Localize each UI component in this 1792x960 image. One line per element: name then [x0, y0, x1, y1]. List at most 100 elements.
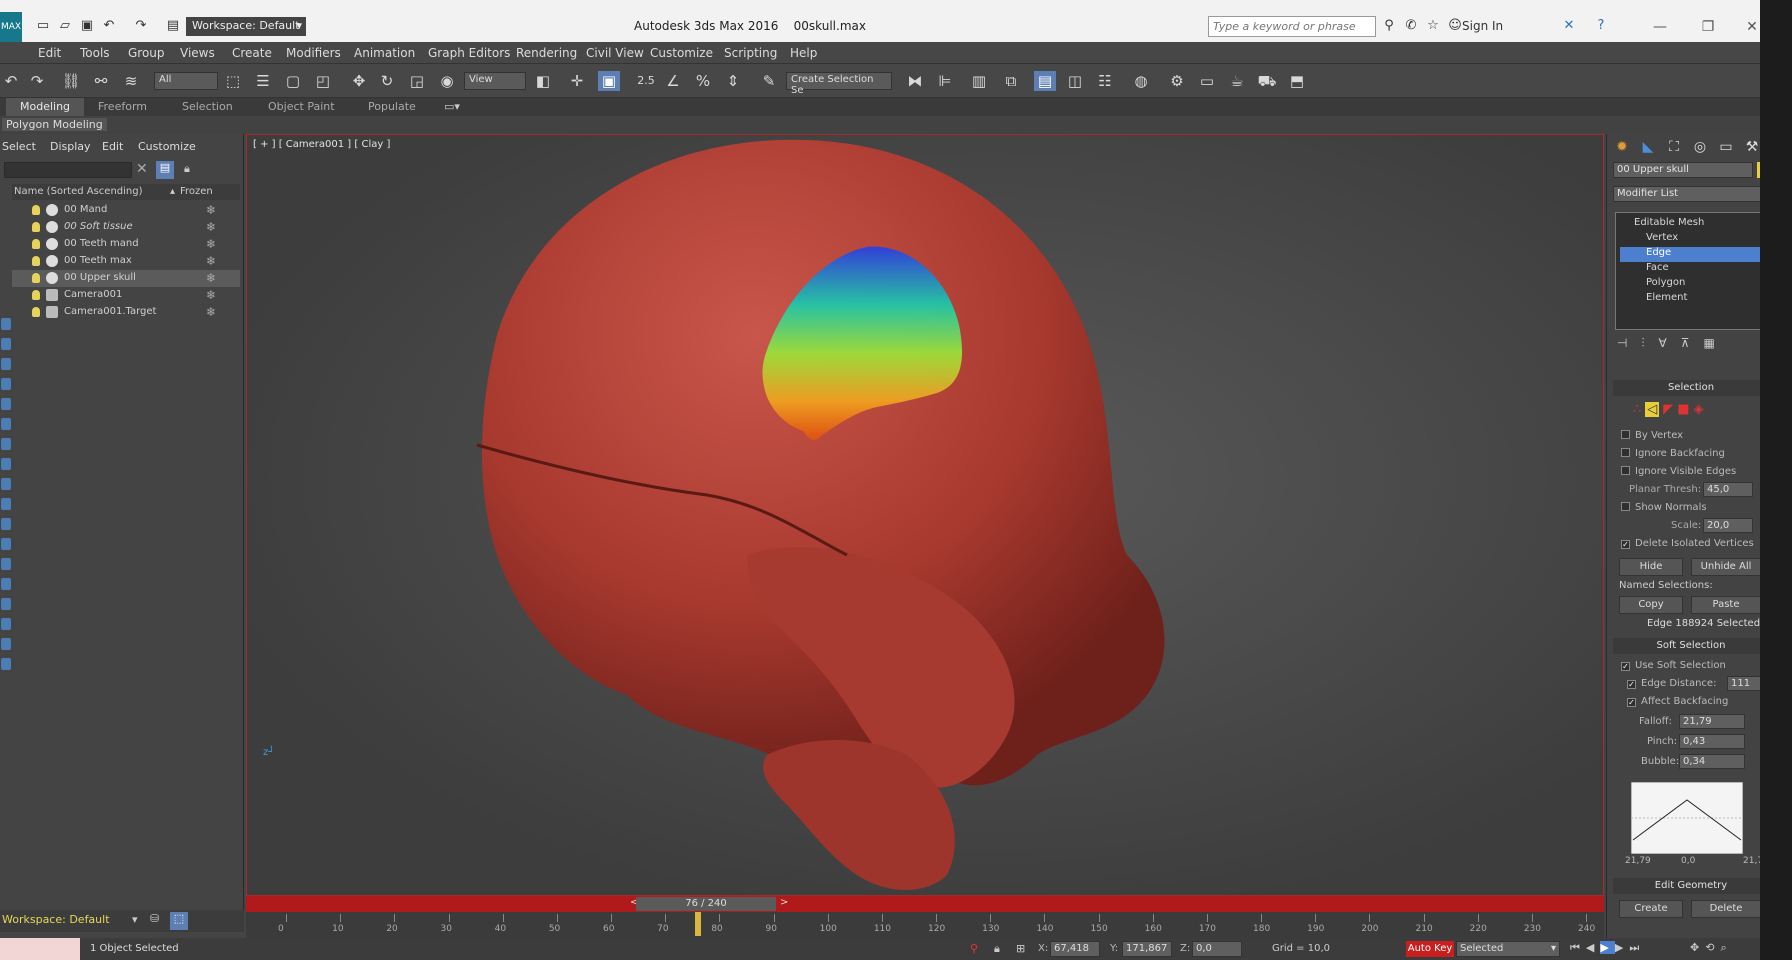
- minimize-button[interactable]: —: [1640, 16, 1680, 38]
- explorer-filter-icon[interactable]: [1, 438, 11, 450]
- scene-row[interactable]: 00 Teeth max ❄: [12, 253, 240, 270]
- undo-icon[interactable]: ↶: [100, 18, 118, 34]
- undo-icon[interactable]: ↶: [0, 71, 22, 91]
- explorer-filter-icon[interactable]: [1, 638, 11, 650]
- close-icon[interactable]: ✕: [136, 161, 148, 177]
- workspace-dropdown[interactable]: Workspace: Default ▾: [186, 17, 306, 36]
- render-production-icon[interactable]: ☕: [1226, 71, 1248, 91]
- align-icon[interactable]: ⊫: [934, 71, 956, 91]
- menu-group[interactable]: Group: [128, 46, 165, 60]
- ribbon-polygon-modeling[interactable]: Polygon Modeling: [2, 118, 107, 131]
- menu-customize[interactable]: Customize: [650, 46, 713, 60]
- mirror-icon[interactable]: ⧓: [904, 71, 926, 91]
- visibility-bulb-icon[interactable]: [32, 273, 40, 283]
- hide-button[interactable]: Hide: [1619, 558, 1683, 576]
- app-logo-icon[interactable]: MAX: [0, 12, 22, 42]
- unhide-all-button[interactable]: Unhide All: [1691, 558, 1761, 576]
- pivot-center-icon[interactable]: ◧: [532, 71, 554, 91]
- workspace-selector[interactable]: Workspace: Default: [2, 913, 110, 926]
- se-search-field[interactable]: [4, 162, 132, 178]
- explorer-filter-icon[interactable]: [1, 598, 11, 610]
- save-icon[interactable]: ▣: [78, 18, 96, 34]
- named-selection-set-dropdown[interactable]: Create Selection Se: [786, 72, 892, 96]
- previous-frame-icon[interactable]: ◀: [1586, 941, 1600, 954]
- frozen-toggle-icon[interactable]: ❄: [206, 237, 216, 251]
- toggle-scene-explorer-icon[interactable]: ▥: [968, 71, 990, 91]
- pin-stack-icon[interactable]: ⊣: [1617, 336, 1641, 350]
- edit-geometry-rollout-header[interactable]: Edit Geometry: [1613, 878, 1769, 894]
- maxscript-listener-mini[interactable]: [0, 938, 80, 960]
- maximize-button[interactable]: ❐: [1688, 16, 1728, 38]
- key-filter-dropdown[interactable]: Selected ▾: [1456, 941, 1560, 957]
- window-crossing-icon[interactable]: ◰: [312, 71, 334, 91]
- show-end-result-icon[interactable]: ⫶: [1641, 336, 1658, 350]
- affect-backfacing-checkbox[interactable]: ✓ Affect Backfacing: [1627, 696, 1777, 710]
- visibility-bulb-icon[interactable]: [32, 307, 40, 317]
- auto-key-button[interactable]: Auto Key: [1406, 941, 1454, 957]
- selection-rollout-header[interactable]: Selection: [1613, 380, 1769, 396]
- stack-editable-mesh[interactable]: Editable Mesh: [1620, 217, 1762, 232]
- falloff-spinner[interactable]: 21,79: [1679, 714, 1745, 729]
- make-unique-icon[interactable]: ∀: [1658, 336, 1680, 350]
- exchange-icon[interactable]: ✕: [1560, 18, 1578, 34]
- redo-icon[interactable]: ↷: [132, 18, 150, 34]
- edit-named-selection-icon[interactable]: ✎: [758, 71, 780, 91]
- sign-in-link[interactable]: Sign In: [1462, 19, 1503, 33]
- scene-row[interactable]: 00 Mand ❄: [12, 202, 240, 219]
- soft-selection-rollout-header[interactable]: Soft Selection: [1613, 638, 1769, 654]
- explorer-filter-icon[interactable]: [1, 578, 11, 590]
- snaps-toggle-icon[interactable]: 2.5: [632, 71, 660, 91]
- menu-graph-editors[interactable]: Graph Editors: [428, 46, 510, 60]
- selection-filter-dropdown[interactable]: All: [154, 72, 218, 90]
- menu-animation[interactable]: Animation: [354, 46, 415, 60]
- explorer-filter-icon[interactable]: [1, 358, 11, 370]
- edge-distance-spinner[interactable]: 111: [1727, 676, 1763, 691]
- tab-freeform[interactable]: Freeform: [84, 98, 161, 116]
- rendered-frame-window-icon[interactable]: ▭: [1196, 71, 1218, 91]
- stack-face[interactable]: Face: [1620, 262, 1762, 277]
- link-icon[interactable]: ⛓: [60, 71, 82, 91]
- search-input[interactable]: Type a keyword or phrase: [1208, 16, 1376, 37]
- go-to-end-icon[interactable]: ⏭: [1629, 941, 1645, 954]
- place-icon[interactable]: ◉: [436, 71, 458, 91]
- use-soft-selection-checkbox[interactable]: ✓ Use Soft Selection: [1621, 660, 1771, 674]
- schematic-view-icon[interactable]: ☷: [1094, 71, 1116, 91]
- create-button[interactable]: Create: [1619, 900, 1683, 918]
- ignore-backfacing-checkbox[interactable]: Ignore Backfacing: [1621, 448, 1771, 462]
- se-menu-customize[interactable]: Customize: [138, 140, 196, 153]
- bind-space-warp-icon[interactable]: ≋: [120, 71, 142, 91]
- render-iterative-icon[interactable]: ⛟: [1256, 71, 1278, 91]
- stack-element[interactable]: Element: [1620, 292, 1762, 307]
- menu-scripting[interactable]: Scripting: [724, 46, 777, 60]
- tab-modeling[interactable]: Modeling: [6, 98, 85, 116]
- frozen-toggle-icon[interactable]: ❄: [206, 271, 216, 285]
- visibility-bulb-icon[interactable]: [32, 205, 40, 215]
- lock-icon[interactable]: 🔒︎: [184, 162, 190, 176]
- explorer-filter-icon[interactable]: [1, 318, 11, 330]
- pan-icon[interactable]: ✥: [1690, 941, 1705, 954]
- stack-vertex[interactable]: Vertex: [1620, 232, 1762, 247]
- select-manipulate-icon[interactable]: ✛: [566, 71, 588, 91]
- menu-edit[interactable]: Edit: [38, 46, 61, 60]
- help-icon[interactable]: ?: [1592, 18, 1610, 34]
- zoom-icon[interactable]: ⌕: [1720, 941, 1732, 954]
- render-setup-icon[interactable]: ⚙: [1166, 71, 1188, 91]
- explorer-filter-icon[interactable]: [1, 418, 11, 430]
- transform-mode-icon[interactable]: ⊞: [1016, 942, 1025, 955]
- show-normals-checkbox[interactable]: Show Normals: [1621, 502, 1771, 516]
- keyboard-shortcut-override-icon[interactable]: ▣: [598, 71, 620, 91]
- delete-button[interactable]: Delete: [1691, 900, 1761, 918]
- rectangular-selection-icon[interactable]: ▢: [282, 71, 304, 91]
- hierarchy-tab-icon[interactable]: ⛶: [1663, 137, 1685, 157]
- communication-center-icon[interactable]: ✆: [1402, 18, 1420, 34]
- create-tab-icon[interactable]: ✹: [1611, 137, 1633, 157]
- se-menu-edit[interactable]: Edit: [102, 140, 123, 153]
- ignore-visible-edges-checkbox[interactable]: Ignore Visible Edges: [1621, 466, 1771, 480]
- edge-mode-icon[interactable]: ◁: [1645, 402, 1660, 417]
- edge-distance-checkbox[interactable]: ✓ Edge Distance:: [1627, 678, 1727, 692]
- explorer-filter-icon[interactable]: [1, 458, 11, 470]
- explorer-filter-icon[interactable]: [1, 658, 11, 670]
- explorer-filter-icon[interactable]: [1, 398, 11, 410]
- explorer-filter-icon[interactable]: [1, 618, 11, 630]
- scene-row[interactable]: 00 Soft tissue ❄: [12, 219, 240, 236]
